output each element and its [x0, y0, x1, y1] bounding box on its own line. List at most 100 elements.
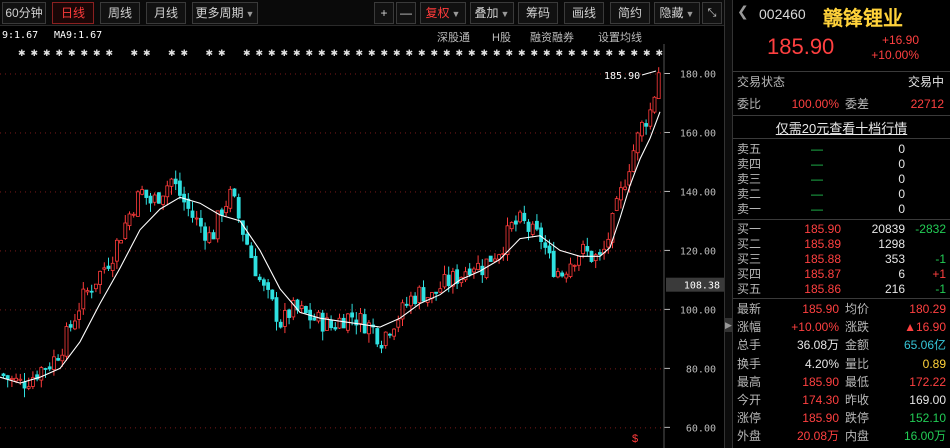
bid-label: 买三 — [737, 252, 762, 266]
candle-body — [627, 171, 632, 186]
svg-text:✱: ✱ — [331, 48, 339, 58]
stat-value: 169.00 — [909, 393, 946, 407]
link-hk-connect[interactable]: 深股通 — [437, 29, 470, 45]
promo-link[interactable]: 仅需20元查看十档行情 — [733, 118, 950, 137]
bid-row: 买四 185.87 6 +1 — [733, 266, 950, 282]
more-periods-dropdown[interactable]: 更多周期 ▼ — [192, 2, 258, 24]
link-ma-settings[interactable]: 设置均线 — [598, 29, 642, 45]
candle-body — [140, 189, 145, 195]
ask-row: 卖一 — 0 — [733, 201, 950, 217]
link-h-share[interactable]: H股 — [492, 29, 511, 45]
stat-row: 涨停 185.90 跌停 152.10 — [733, 410, 950, 426]
link-margin[interactable]: 融资融券 — [530, 29, 574, 45]
chips-button[interactable]: 筹码 — [518, 2, 558, 24]
bid-label: 买四 — [737, 267, 762, 281]
candle-body — [635, 132, 640, 154]
status-label: 交易状态 — [737, 75, 786, 89]
simple-mode-button[interactable]: 简约 — [610, 2, 650, 24]
stat-label: 外盘 — [737, 429, 762, 444]
period-monthly-button[interactable]: 月线 — [146, 2, 186, 24]
ask-label: 卖五 — [737, 142, 762, 156]
y-tick-label: 60.00 — [686, 423, 716, 434]
chevron-down-icon: ▼ — [500, 9, 510, 19]
stat-row: 总手 36.08万 金额 65.06亿 — [733, 337, 950, 353]
ma9-value: MA9:1.67 — [54, 30, 103, 41]
svg-text:✱: ✱ — [206, 48, 214, 58]
stat-row: 最高 185.90 最低 172.22 — [733, 374, 950, 390]
bid-price: 185.88 — [804, 252, 841, 266]
stat-row: 最新 185.90 均价 180.29 — [733, 301, 950, 317]
candle-body — [282, 310, 287, 327]
stock-name: 赣锋锂业 — [823, 8, 903, 30]
candle-body — [623, 186, 627, 190]
zoom-out-button[interactable]: — — [396, 2, 416, 24]
svg-text:✱: ✱ — [131, 48, 139, 58]
svg-text:✱: ✱ — [481, 48, 489, 58]
bid-volume: 216 — [884, 282, 905, 296]
bid-row: 买五 185.86 216 -1 — [733, 281, 950, 297]
stat-label: 最低 — [845, 374, 870, 389]
bid-price: 185.90 — [804, 222, 841, 236]
candle-body — [14, 377, 19, 382]
ask-row: 卖三 — 0 — [733, 171, 950, 187]
candle-body — [648, 109, 653, 127]
stat-label: 涨幅 — [737, 320, 762, 335]
ask-price: — — [811, 187, 823, 201]
stat-value: 0.89 — [922, 356, 946, 371]
candle-body — [266, 282, 271, 290]
candle-body — [131, 213, 136, 216]
kline-chart[interactable]: ✱ ✱ ✱ ✱ ✱ ✱ ✱ ✱ ✱ ✱ ✱ ✱ ✱ ✱ ✱ ✱ ✱ ✱ ✱ ✱ ✱ ✱ ✱ ✱ ✱ ✱ ✱ ✱ ✱ ✱ ✱ ✱ ✱ ✱ ✱ ✱ ✱ ✱ ✱ ✱… — [0, 44, 724, 448]
ask-price: — — [811, 172, 823, 186]
menu-toggle-icon[interactable]: ❮ — [737, 3, 749, 20]
chevron-down-icon: ▼ — [685, 9, 695, 19]
svg-text:✱: ✱ — [556, 48, 564, 58]
candle-body — [81, 288, 86, 310]
candle-body — [492, 258, 497, 262]
candle-body — [110, 262, 115, 271]
zoom-in-button[interactable]: + — [374, 2, 394, 24]
candle-body — [127, 213, 132, 227]
candle-body — [5, 375, 10, 380]
candle-body — [22, 381, 27, 389]
period-weekly-button[interactable]: 周线 — [100, 2, 140, 24]
candle-body — [177, 180, 182, 196]
candle-body — [207, 232, 212, 243]
candle-body — [135, 191, 140, 217]
period-60min-button[interactable]: 60分钟 — [2, 2, 46, 24]
hide-dropdown[interactable]: 隐藏 ▼ — [654, 2, 700, 24]
period-daily-button[interactable]: 日线 — [52, 2, 94, 24]
svg-text:✱: ✱ — [93, 48, 101, 58]
candle-body — [148, 195, 153, 204]
svg-text:✱: ✱ — [281, 48, 289, 58]
weibi-value: 100.00% — [791, 97, 839, 111]
separator — [733, 115, 950, 116]
candle-body — [156, 192, 161, 204]
svg-text:✱: ✱ — [181, 48, 189, 58]
stat-row: 换手 4.20% 量比 0.89 — [733, 356, 950, 372]
stat-value: 185.90 — [802, 411, 839, 426]
candle-body — [358, 313, 363, 324]
stat-value: 185.90 — [802, 302, 839, 316]
candle-body — [60, 354, 65, 362]
svg-text:✱: ✱ — [431, 48, 439, 58]
candle-body — [98, 270, 102, 285]
stock-change: +16.90 — [881, 33, 919, 47]
candle-body — [1, 373, 6, 377]
candle-body — [333, 327, 338, 330]
draw-line-button[interactable]: 画线 — [564, 2, 604, 24]
candle-body — [434, 291, 439, 294]
svg-text:✱: ✱ — [593, 48, 601, 58]
candle-body — [337, 317, 342, 329]
svg-text:108.38: 108.38 — [684, 281, 720, 292]
candle-body — [522, 212, 527, 222]
collapse-icon[interactable]: ⤡ — [702, 2, 722, 24]
last-close-annotation: 185.90 — [604, 70, 657, 82]
expand-arrow-icon[interactable]: ▶ — [725, 318, 732, 332]
ask-label: 卖三 — [737, 172, 762, 186]
svg-text:✱: ✱ — [606, 48, 614, 58]
candle-body — [619, 187, 623, 201]
overlay-dropdown[interactable]: 叠加 ▼ — [470, 2, 514, 24]
stat-row: 外盘 20.08万 内盘 16.00万 — [733, 428, 950, 444]
fuquan-dropdown[interactable]: 复权 ▼ — [420, 2, 466, 24]
candle-body — [652, 96, 657, 113]
